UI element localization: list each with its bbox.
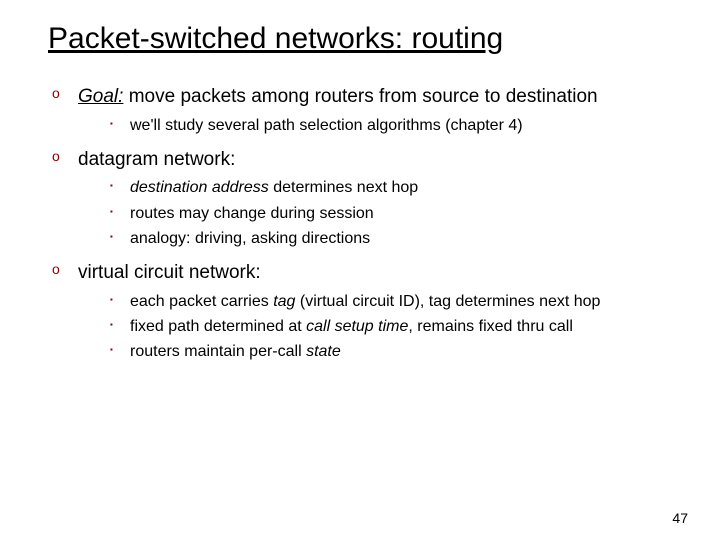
bullet-goal-lead: Goal: bbox=[78, 86, 123, 107]
sub-item-text: , remains fixed thru call bbox=[408, 318, 573, 335]
slide-title: Packet-switched networks: routing bbox=[48, 22, 680, 56]
sub-list: each packet carries tag (virtual circuit… bbox=[78, 290, 680, 364]
sub-item-text: (virtual circuit ID), tag determines nex… bbox=[295, 293, 600, 310]
bullet-virtual-circuit: virtual circuit network: each packet car… bbox=[52, 260, 680, 363]
emph: state bbox=[306, 343, 341, 360]
bullet-list: Goal: move packets among routers from so… bbox=[48, 84, 680, 363]
sub-item-text: analogy: driving, asking directions bbox=[130, 230, 370, 247]
bullet-vc-text: virtual circuit network: bbox=[78, 262, 261, 283]
emph: call setup time bbox=[306, 318, 408, 335]
slide: Packet-switched networks: routing Goal: … bbox=[0, 0, 720, 540]
page-number: 47 bbox=[672, 510, 688, 526]
emph: destination address bbox=[130, 179, 269, 196]
sub-item-text: determines next hop bbox=[269, 179, 418, 196]
bullet-datagram-text: datagram network: bbox=[78, 149, 235, 170]
sub-item: we'll study several path selection algor… bbox=[110, 114, 680, 137]
sub-item-pre: fixed path determined at bbox=[130, 318, 306, 335]
sub-list: we'll study several path selection algor… bbox=[78, 114, 680, 137]
sub-item: routes may change during session bbox=[110, 202, 680, 225]
sub-item: each packet carries tag (virtual circuit… bbox=[110, 290, 680, 313]
emph: tag bbox=[273, 293, 295, 310]
sub-item: analogy: driving, asking directions bbox=[110, 227, 680, 250]
sub-item-pre: each packet carries bbox=[130, 293, 273, 310]
sub-item: routers maintain per-call state bbox=[110, 340, 680, 363]
sub-item-text: routes may change during session bbox=[130, 205, 374, 222]
sub-list: destination address determines next hop … bbox=[78, 176, 680, 250]
sub-item: destination address determines next hop bbox=[110, 176, 680, 199]
sub-item: fixed path determined at call setup time… bbox=[110, 315, 680, 338]
bullet-datagram: datagram network: destination address de… bbox=[52, 147, 680, 250]
bullet-goal-text: move packets among routers from source t… bbox=[123, 86, 597, 107]
bullet-goal: Goal: move packets among routers from so… bbox=[52, 84, 680, 137]
sub-item-pre: routers maintain per-call bbox=[130, 343, 306, 360]
sub-item-text: we'll study several path selection algor… bbox=[130, 117, 523, 134]
